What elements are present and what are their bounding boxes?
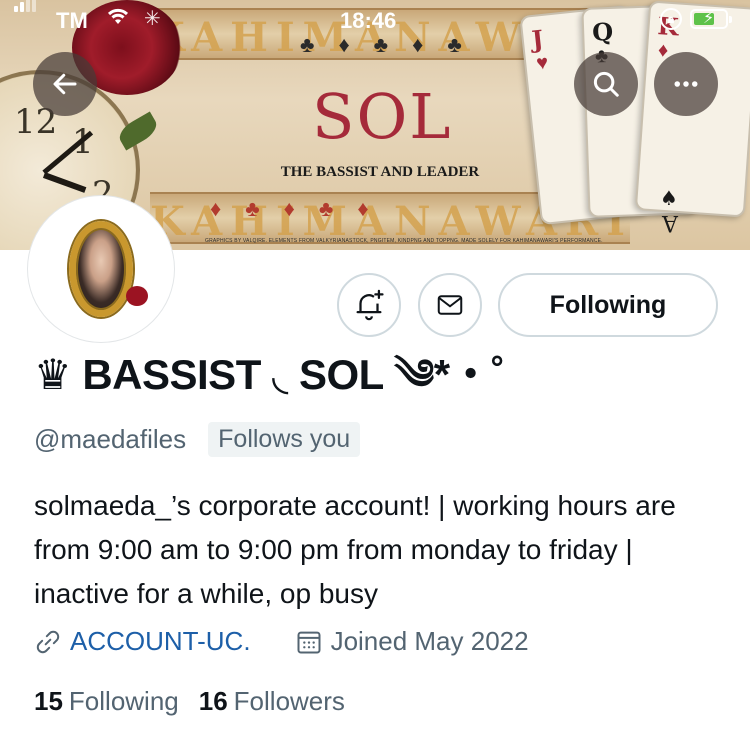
- battery-icon: ⚡︎: [690, 9, 732, 29]
- banner-credits: GRAPHICS BY VALQIRE. ELEMENTS FROM VALKY…: [205, 238, 603, 244]
- handle-row: @maedafiles Follows you: [34, 422, 361, 457]
- playing-card-ace: ♠ A: [660, 186, 678, 235]
- display-name-row: ♛ BASSIST ◟ SOL ༄*・˚: [34, 351, 505, 414]
- status-bar: TM ✳ 18:46 🔒︎ ⚡︎: [0, 0, 750, 40]
- profile-avatar[interactable]: [28, 196, 174, 342]
- banner-title: SOL: [312, 80, 453, 153]
- avatar-rose-graphic: [126, 286, 148, 306]
- follows-you-badge: Follows you: [208, 422, 361, 457]
- search-icon: [593, 71, 619, 97]
- link-icon: [34, 628, 62, 656]
- profile-meta-row: ACCOUNT-UC. Joined May 2022: [34, 626, 529, 657]
- status-time: 18:46: [340, 8, 397, 33]
- followers-count: 16: [198, 686, 228, 716]
- search-button[interactable]: [574, 52, 638, 116]
- following-button[interactable]: Following: [498, 273, 718, 337]
- more-horizontal-icon: [674, 81, 698, 87]
- followers-label: Followers: [233, 686, 345, 716]
- following-label: Following: [68, 686, 179, 716]
- calendar-icon: [295, 628, 323, 656]
- profile-bio: solmaeda_’s corporate account! | working…: [34, 490, 676, 609]
- more-options-button[interactable]: [654, 52, 718, 116]
- bell-plus-icon: [356, 289, 384, 321]
- following-stat[interactable]: 15 Following: [34, 686, 179, 717]
- following-count: 15: [34, 686, 63, 716]
- back-button[interactable]: [33, 52, 97, 116]
- carrier-label: TM: [56, 8, 88, 33]
- followers-stat[interactable]: 16 Followers: [199, 686, 345, 717]
- profile-website-link[interactable]: ACCOUNT-UC.: [70, 626, 251, 657]
- follow-stats-row: 15 Following 16 Followers: [34, 686, 345, 717]
- joined-date: Joined May 2022: [330, 626, 529, 656]
- wifi-icon: [106, 6, 130, 32]
- orientation-lock-icon: 🔒︎: [660, 8, 682, 30]
- arrow-left-icon: [53, 73, 77, 95]
- activity-spinner-icon: ✳: [144, 8, 161, 30]
- banner-subtitle: THE BASSIST AND LEADER: [280, 164, 480, 180]
- envelope-icon: [437, 295, 463, 315]
- avatar-portrait-frame: [69, 221, 148, 317]
- banner-suits-bottom: ♦♣♦♣♦: [210, 196, 393, 221]
- user-handle: @maedafiles: [34, 424, 187, 454]
